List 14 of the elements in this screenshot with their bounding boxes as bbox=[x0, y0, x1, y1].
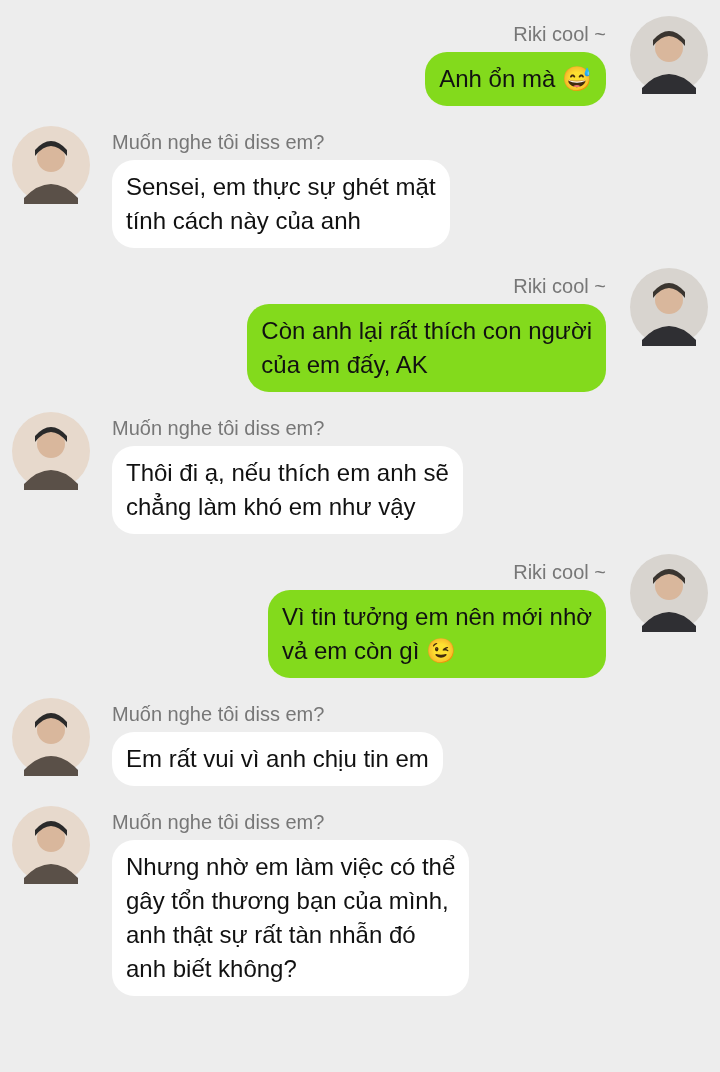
message-bubble: Anh ổn mà 😅 bbox=[425, 52, 606, 106]
message-bubble: Vì tin tưởng em nên mới nhờ vả em còn gì 😉 bbox=[267, 590, 606, 678]
message-bubble: Còn anh lại rất thích con người của em đấy, AK bbox=[247, 304, 606, 392]
sender-name: Riki cool ~ bbox=[513, 274, 606, 298]
message-bubble: Em rất vui vì anh chịu tin em bbox=[112, 732, 443, 786]
message-bubble: Nhưng nhờ em làm việc có thể gây tổn thương bạn của mình, anh thật sự rất tàn nhẫn đó anh biết không? bbox=[112, 840, 470, 996]
message-bubble: Thôi đi ạ, nếu thích em anh sẽ chẳng làm khó em như vậy bbox=[112, 446, 463, 534]
message-bubble: Sensei, em thực sự ghét mặt tính cách này của anh bbox=[112, 160, 450, 248]
sender-name: Muốn nghe tôi diss em? bbox=[112, 416, 325, 440]
sender-name: Muốn nghe tôi diss em? bbox=[112, 702, 325, 726]
sender-name: Muốn nghe tôi diss em? bbox=[112, 130, 325, 154]
sender-name: Muốn nghe tôi diss em? bbox=[112, 810, 325, 834]
sender-name: Riki cool ~ bbox=[513, 22, 606, 46]
sender-name: Riki cool ~ bbox=[513, 560, 606, 584]
